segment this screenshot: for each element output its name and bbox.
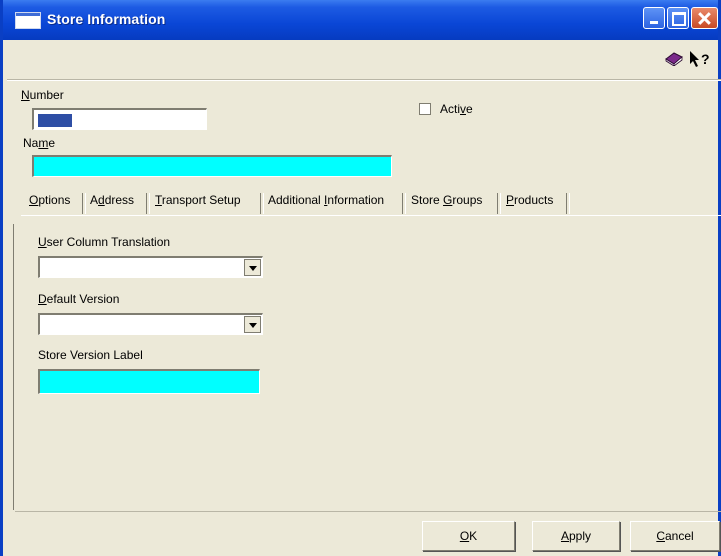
close-button[interactable] [691,7,718,29]
maximize-button[interactable] [667,7,689,29]
tab-store-groups[interactable]: Store Groups [411,193,482,213]
window-title: Store Information [47,11,166,27]
tab-strip-border [21,215,721,216]
active-label: Active [440,102,473,116]
apply-button[interactable]: Apply [532,521,620,551]
minimize-button[interactable] [643,7,665,29]
cancel-button[interactable]: Cancel [630,521,720,551]
tab-separator [402,193,406,214]
tab-separator [260,193,264,214]
user-column-translation-dropdown[interactable] [38,256,263,278]
dropdown-arrow-icon[interactable] [244,316,261,333]
store-version-label-field[interactable] [38,369,260,394]
tab-separator [497,193,501,214]
tab-separator [566,193,570,214]
tab-address[interactable]: Address [90,193,134,213]
default-version-label: Default Version [38,292,120,306]
user-column-translation-label: User Column Translation [38,235,171,249]
number-field[interactable] [32,108,207,130]
help-pointer-icon[interactable]: ? [689,50,713,68]
dropdown-arrow-icon[interactable] [244,259,261,276]
ok-button[interactable]: OK [422,521,515,551]
toolbar-divider-highlight [7,80,721,81]
book-icon[interactable] [665,52,683,66]
tab-additional-information[interactable]: Additional Information [268,193,384,213]
name-label: Name [23,136,56,150]
number-label: Number [21,88,64,102]
tab-options[interactable]: Options [29,193,70,213]
store-information-window: Store Information ? Number Active Name O… [0,0,721,556]
title-bar[interactable]: Store Information [3,0,718,40]
svg-text:?: ? [701,51,710,67]
active-checkbox[interactable] [419,103,431,115]
tab-products[interactable]: Products [506,193,553,213]
tab-separator [146,193,150,214]
tab-separator [82,193,86,214]
button-bar-divider [15,511,721,512]
name-field[interactable] [32,155,392,177]
panel-left-border [13,224,14,510]
number-selection [38,114,72,127]
store-version-label-label: Store Version Label [38,348,143,362]
default-version-dropdown[interactable] [38,313,263,335]
number-label-rest: umber [29,88,64,102]
window-icon [15,12,41,29]
tab-transport-setup[interactable]: Transport Setup [155,193,241,213]
